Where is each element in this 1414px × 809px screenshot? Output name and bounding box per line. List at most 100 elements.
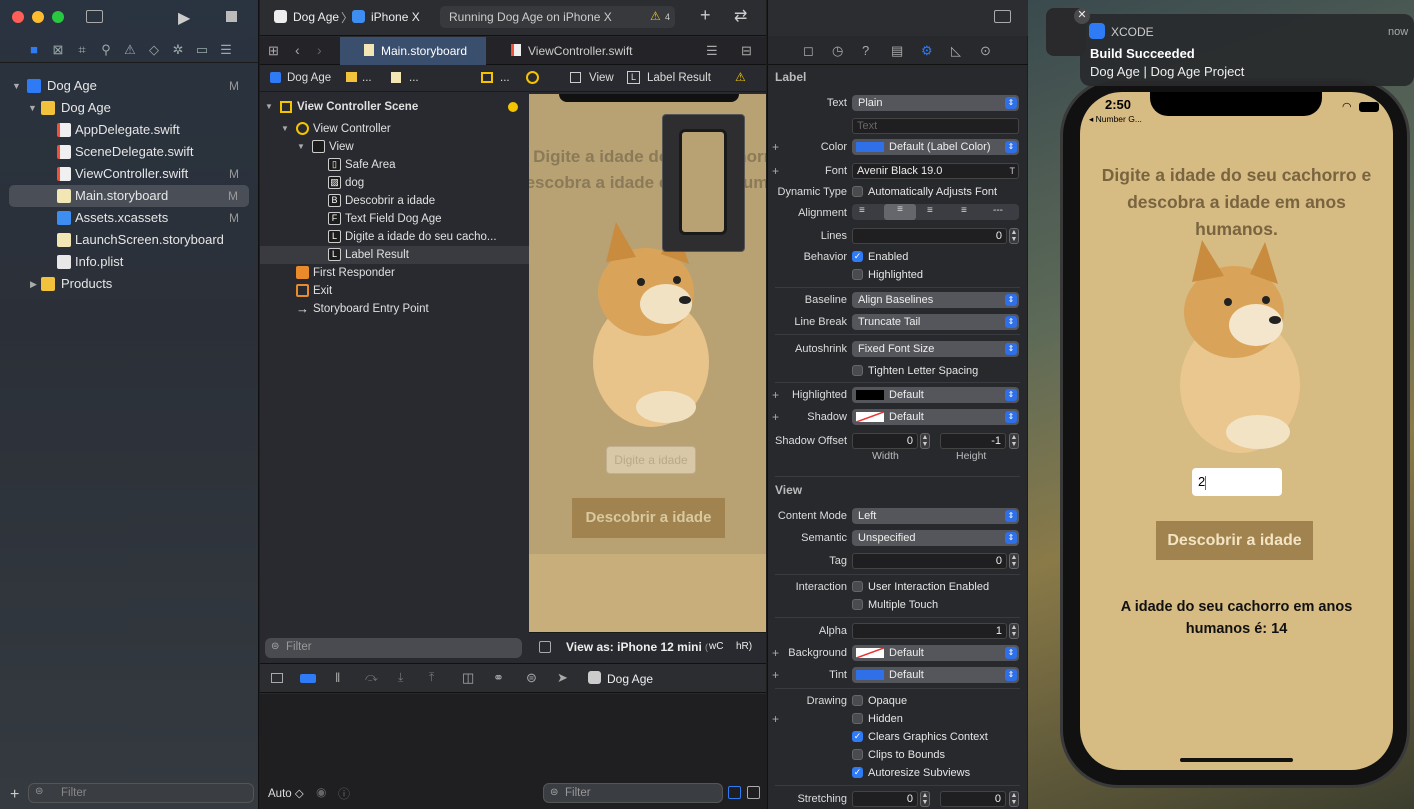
scheme-selector[interactable]: Dog Age xyxy=(293,10,339,24)
identity-inspector-icon[interactable]: ▤ xyxy=(891,43,903,59)
size-inspector-icon[interactable]: ◺ xyxy=(951,43,961,59)
view-as-device[interactable]: View as: iPhone 12 mini xyxy=(566,640,702,654)
back-to-app-link[interactable]: ◂ Number G... xyxy=(1089,114,1142,125)
run-button[interactable]: ▶ xyxy=(178,8,190,28)
add-variation-icon[interactable]: + xyxy=(772,410,779,424)
add-variation-icon[interactable]: + xyxy=(772,140,779,154)
outline-filter-input[interactable]: ⊜ Filter xyxy=(265,638,522,658)
add-variation-icon[interactable]: + xyxy=(772,712,779,726)
outline-row-label-result[interactable]: L Label Result xyxy=(260,246,529,264)
breakpoint-icon[interactable]: ▭ xyxy=(194,42,210,58)
jump-bar-file[interactable]: ... xyxy=(409,72,419,84)
debug-console[interactable]: Auto ◇ ◉ ⓘ ⊜ Filter xyxy=(260,694,766,809)
console-toggle-icon[interactable] xyxy=(747,786,760,799)
font-picker-icon[interactable]: T xyxy=(1010,164,1016,178)
close-notification-icon[interactable]: ✕ xyxy=(1074,8,1090,24)
age-input[interactable]: 2 xyxy=(1192,468,1282,496)
content-mode-popup[interactable]: Left ⇕ xyxy=(852,508,1019,524)
tag-stepper[interactable]: ▲ ▼ xyxy=(1009,553,1019,569)
outline-row-scene[interactable]: ▼ View Controller Scene xyxy=(260,98,529,116)
nav-item-appdelegate[interactable]: AppDelegate.swift xyxy=(0,119,259,141)
multiple-touch-checkbox[interactable] xyxy=(852,599,863,610)
tab-main-storyboard[interactable]: Main.storyboard xyxy=(340,37,486,65)
console-split-icon[interactable] xyxy=(728,786,741,799)
step-out-icon[interactable]: ⤒ xyxy=(429,670,434,685)
font-field[interactable]: Avenir Black 19.0 T xyxy=(852,163,1019,179)
connections-inspector-icon[interactable]: ⊙ xyxy=(980,43,991,59)
file-inspector-icon[interactable]: ◻ xyxy=(803,43,814,59)
tighten-checkbox[interactable] xyxy=(852,365,863,376)
test-icon[interactable]: ◇ xyxy=(146,42,162,58)
clips-bounds-checkbox[interactable] xyxy=(852,749,863,760)
info-icon[interactable]: ⓘ xyxy=(338,785,350,802)
pause-icon[interactable]: ‖ xyxy=(335,670,340,685)
highlighted-checkbox[interactable] xyxy=(852,269,863,280)
nav-item-assets[interactable]: Assets.xcassets M xyxy=(0,207,259,229)
align-center-icon[interactable]: ≡ xyxy=(884,204,916,220)
hidden-checkbox[interactable] xyxy=(852,713,863,724)
autoresize-checkbox[interactable]: ✓ xyxy=(852,767,863,778)
semantic-popup[interactable]: Unspecified ⇕ xyxy=(852,530,1019,546)
background-popup[interactable]: Default ⇕ xyxy=(852,645,1019,661)
help-inspector-icon[interactable]: ? xyxy=(862,43,869,58)
lines-stepper[interactable]: ▲ ▼ xyxy=(1009,228,1019,244)
issue-icon[interactable]: ⚠ xyxy=(122,42,138,58)
grid-icon[interactable]: ⊞ xyxy=(268,43,279,59)
eye-icon[interactable]: ◉ xyxy=(316,785,326,799)
autoshrink-popup[interactable]: Fixed Font Size ⇕ xyxy=(852,341,1019,357)
back-arrow-icon[interactable]: ‹ xyxy=(295,42,300,58)
folder-icon[interactable]: ■ xyxy=(26,42,42,57)
sidebar-toggle-icon[interactable] xyxy=(86,10,103,23)
tint-popup[interactable]: Default ⇕ xyxy=(852,667,1019,683)
dynamic-type-checkbox[interactable] xyxy=(852,186,863,197)
color-popup[interactable]: Default (Label Color) ⇕ xyxy=(852,139,1019,155)
text-type-popup[interactable]: Plain ⇕ xyxy=(852,95,1019,111)
tab-viewcontroller-swift[interactable]: ViewController.swift xyxy=(500,37,660,65)
view-debugger-icon[interactable]: ◫ xyxy=(462,670,474,686)
simulator-screen[interactable]: 2:50 ◂ Number G... ◠ Digite a idade do s… xyxy=(1080,92,1393,770)
outline-toggle-icon[interactable] xyxy=(539,641,551,653)
warning-icon[interactable]: ⚠ xyxy=(650,9,661,23)
console-filter-input[interactable]: ⊜ Filter xyxy=(543,783,723,803)
variables-scope-selector[interactable]: Auto ◇ xyxy=(268,786,304,800)
nav-item-products[interactable]: ▶ Products xyxy=(0,273,259,295)
nav-item-launchscreen[interactable]: LaunchScreen.storyboard xyxy=(0,229,259,251)
canvas-textfield[interactable]: Digite a idade xyxy=(606,446,696,474)
step-over-icon[interactable]: ⤼ xyxy=(365,670,378,685)
inspector-toggle-icon[interactable] xyxy=(994,10,1011,23)
align-natural-icon[interactable]: --- xyxy=(993,205,1003,216)
alignment-segmented[interactable]: ≡ ≡ ≡ ≡ --- xyxy=(852,204,1019,220)
device-selector[interactable]: iPhone X xyxy=(371,10,420,24)
warning-icon[interactable]: ⚠ xyxy=(735,70,746,84)
attributes-inspector-icon[interactable]: ⚙ xyxy=(921,43,933,59)
step-into-icon[interactable]: ⤓ xyxy=(398,670,403,685)
jump-bar-scene[interactable]: ... xyxy=(500,72,510,84)
shadow-popup[interactable]: Default ⇕ xyxy=(852,409,1019,425)
jump-bar-view[interactable]: View xyxy=(589,72,614,84)
history-inspector-icon[interactable]: ◷ xyxy=(832,43,843,59)
tag-field[interactable]: 0 xyxy=(852,553,1007,569)
nav-item-viewcontroller[interactable]: ViewController.swift M xyxy=(0,163,259,185)
environment-icon[interactable]: ⊜ xyxy=(526,670,537,686)
stop-button[interactable] xyxy=(226,11,237,22)
editor-options-icon[interactable]: ☰ xyxy=(706,43,718,59)
highlighted-color-popup[interactable]: Default ⇕ xyxy=(852,387,1019,403)
canvas-button[interactable]: Descobrir a idade xyxy=(572,498,725,538)
hide-debug-icon[interactable] xyxy=(271,673,283,683)
opaque-checkbox[interactable] xyxy=(852,695,863,706)
shadow-offset-height[interactable]: -1 xyxy=(940,433,1006,449)
minimize-window-button[interactable] xyxy=(32,11,44,23)
nav-item-group[interactable]: ▼ Dog Age xyxy=(0,97,259,119)
alpha-field[interactable]: 1 xyxy=(852,623,1007,639)
build-notification[interactable]: ✕ XCODE now Build Succeeded Dog Age | Do… xyxy=(1074,8,1414,86)
align-left-icon[interactable]: ≡ xyxy=(859,205,865,216)
nav-item-infoplist[interactable]: Info.plist xyxy=(0,251,259,273)
lines-field[interactable]: 0 xyxy=(852,228,1007,244)
shadow-offset-width[interactable]: 0 xyxy=(852,433,918,449)
memory-graph-icon[interactable]: ⚭ xyxy=(493,670,504,686)
zoom-window-button[interactable] xyxy=(52,11,64,23)
offset-width-stepper[interactable]: ▲ ▼ xyxy=(920,433,930,449)
offset-height-stepper[interactable]: ▲ ▼ xyxy=(1009,433,1019,449)
code-review-icon[interactable]: ⇄ xyxy=(734,6,747,26)
forward-arrow-icon[interactable]: › xyxy=(317,42,322,58)
